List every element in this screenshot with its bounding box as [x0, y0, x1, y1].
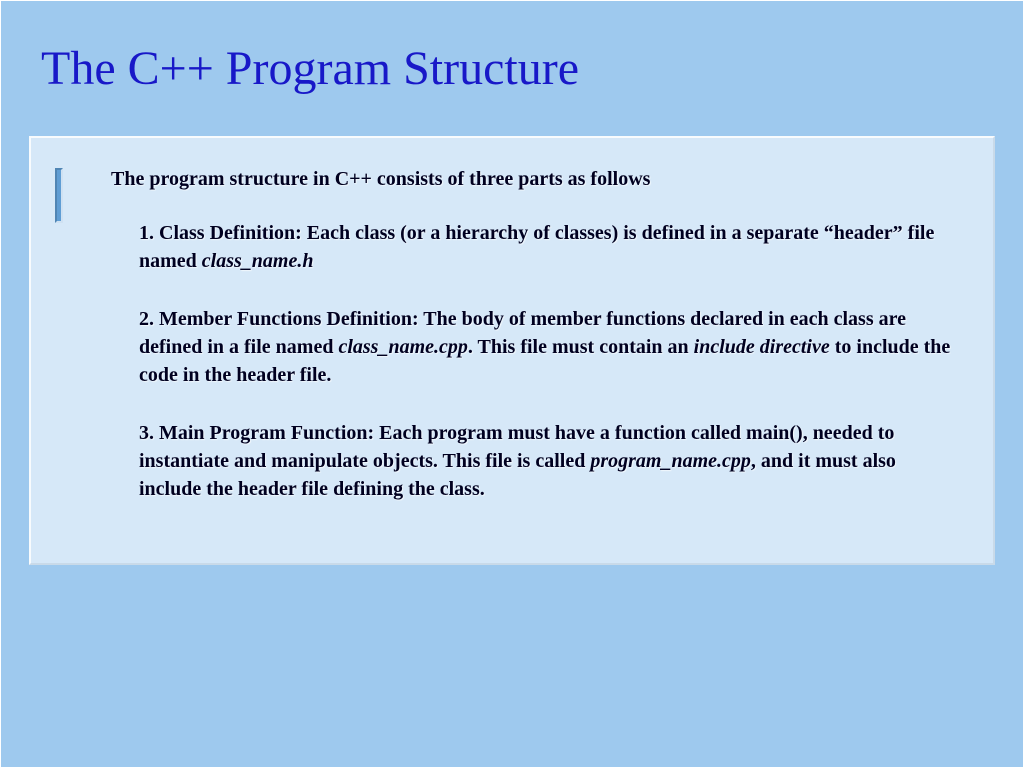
bullet-bar — [55, 168, 63, 223]
item-italic: class_name.cpp — [338, 336, 467, 358]
slide-title: The C++ Program Structure — [41, 41, 983, 96]
intro-text: The program structure in C++ consists of… — [111, 168, 953, 191]
title-area: The C++ Program Structure — [1, 1, 1023, 126]
item-italic: class_name.h — [202, 250, 314, 272]
item-heading: Main Program Function: — [159, 422, 374, 444]
item-body: . This file must contain an — [468, 336, 694, 358]
list-item: 3. Main Program Function: Each program m… — [139, 419, 953, 503]
slide-frame: The C++ Program Structure The program st… — [0, 0, 1024, 768]
item-heading: Class Definition: — [159, 222, 302, 244]
item-italic: include directive — [694, 336, 830, 358]
list-item: 1. Class Definition: Each class (or a hi… — [139, 219, 953, 275]
content-panel: The program structure in C++ consists of… — [29, 136, 995, 565]
item-heading: Member Functions Definition: — [159, 308, 419, 330]
item-italic: program_name.cpp — [590, 450, 751, 472]
body-text: The program structure in C++ consists of… — [111, 168, 953, 503]
item-number: 2. — [139, 308, 154, 330]
list-item: 2. Member Functions Definition: The body… — [139, 305, 953, 389]
item-number: 1. — [139, 222, 154, 244]
item-number: 3. — [139, 422, 154, 444]
